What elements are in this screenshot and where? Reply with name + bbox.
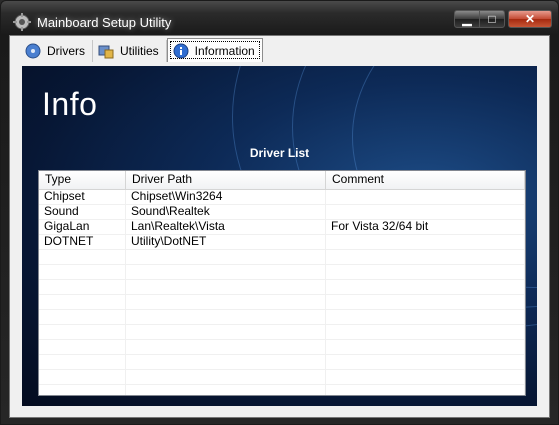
table-row[interactable]: Chipset Chipset\Win3264: [39, 190, 525, 205]
cell-comment: [326, 235, 525, 249]
cell-empty: [326, 295, 525, 309]
drivers-cd-icon: [25, 43, 41, 59]
table-row-empty: [39, 295, 525, 310]
cell-comment: [326, 205, 525, 219]
table-row-empty: [39, 325, 525, 340]
tab-drivers-label: Drivers: [47, 44, 85, 58]
driver-list-caption: Driver List: [249, 146, 310, 160]
table-row-empty: [39, 265, 525, 280]
cell-empty: [126, 310, 326, 324]
cell-empty: [39, 340, 126, 354]
cell-empty: [39, 265, 126, 279]
client-area: Drivers Utilities Information Info Drive…: [9, 35, 550, 418]
window-title: Mainboard Setup Utility: [37, 15, 172, 30]
column-header-type[interactable]: Type: [39, 171, 126, 189]
table-row[interactable]: Sound Sound\Realtek: [39, 205, 525, 220]
driver-list-table[interactable]: Type Driver Path Comment Chipset Chipset…: [38, 170, 526, 396]
cell-driver-path: Chipset\Win3264: [126, 190, 326, 204]
cell-empty: [326, 355, 525, 369]
cell-empty: [126, 385, 326, 395]
cell-type: DOTNET: [39, 235, 126, 249]
cell-empty: [39, 310, 126, 324]
table-row-empty: [39, 280, 525, 295]
information-icon: [173, 43, 189, 58]
column-header-comment[interactable]: Comment: [326, 171, 525, 189]
cell-empty: [39, 385, 126, 395]
column-header-driver-path[interactable]: Driver Path: [126, 171, 326, 189]
maximize-button[interactable]: □: [479, 10, 505, 28]
cell-empty: [39, 355, 126, 369]
tab-information-label: Information: [194, 43, 255, 58]
table-row-empty: [39, 340, 525, 355]
cell-empty: [326, 385, 525, 395]
minimize-icon: ▁: [462, 12, 472, 26]
table-row[interactable]: DOTNET Utility\DotNET: [39, 235, 525, 250]
table-row-empty: [39, 310, 525, 325]
title-bar[interactable]: Mainboard Setup Utility ▁ □ ✕: [1, 1, 558, 35]
cell-empty: [39, 370, 126, 384]
cell-empty: [326, 280, 525, 294]
cell-empty: [126, 250, 326, 264]
cell-comment: [326, 190, 525, 204]
table-header: Type Driver Path Comment: [39, 171, 525, 190]
cell-comment: For Vista 32/64 bit: [326, 220, 525, 234]
tab-strip: Drivers Utilities Information: [20, 38, 263, 62]
cell-type: GigaLan: [39, 220, 126, 234]
cell-empty: [39, 295, 126, 309]
info-banner: Info Driver List Type Driver Path Commen…: [22, 66, 537, 406]
cell-empty: [326, 325, 525, 339]
cell-driver-path: Sound\Realtek: [126, 205, 326, 219]
utilities-tools-icon: [98, 45, 114, 59]
cell-empty: [126, 295, 326, 309]
cell-empty: [326, 250, 525, 264]
table-row-empty: [39, 355, 525, 370]
cell-empty: [39, 280, 126, 294]
cell-empty: [326, 310, 525, 324]
cell-type: Sound: [39, 205, 126, 219]
tab-utilities-label: Utilities: [120, 44, 159, 58]
table-row[interactable]: GigaLan Lan\Realtek\Vista For Vista 32/6…: [39, 220, 525, 235]
app-window: Mainboard Setup Utility ▁ □ ✕ Drivers Ut…: [0, 0, 559, 425]
maximize-icon: □: [488, 12, 496, 26]
page-title: Info: [42, 86, 98, 122]
close-icon: ✕: [524, 12, 536, 26]
cell-empty: [126, 355, 326, 369]
cell-empty: [126, 265, 326, 279]
cell-driver-path: Lan\Realtek\Vista: [126, 220, 326, 234]
cell-empty: [39, 250, 126, 264]
cell-driver-path: Utility\DotNET: [126, 235, 326, 249]
cell-empty: [39, 325, 126, 339]
app-gear-icon: [13, 13, 31, 31]
table-row-empty: [39, 250, 525, 265]
cell-empty: [326, 265, 525, 279]
cell-type: Chipset: [39, 190, 126, 204]
table-row-empty: [39, 385, 525, 395]
cell-empty: [126, 340, 326, 354]
cell-empty: [126, 325, 326, 339]
table-row-empty: [39, 370, 525, 385]
cell-empty: [126, 370, 326, 384]
cell-empty: [326, 370, 525, 384]
close-button[interactable]: ✕: [508, 10, 552, 28]
cell-empty: [126, 280, 326, 294]
tab-utilities[interactable]: Utilities: [93, 40, 167, 62]
tab-information[interactable]: Information: [166, 38, 263, 62]
minimize-button[interactable]: ▁: [454, 10, 480, 28]
tab-drivers[interactable]: Drivers: [20, 40, 93, 62]
cell-empty: [326, 340, 525, 354]
